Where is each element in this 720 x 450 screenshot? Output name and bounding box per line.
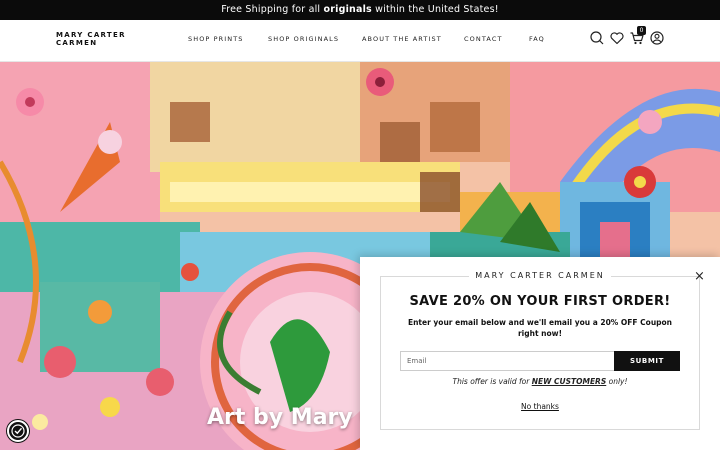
discount-popup: MARY CARTER CARMEN × SAVE 20% ON YOUR FI… bbox=[360, 257, 720, 450]
nav-contact[interactable]: CONTACT bbox=[464, 35, 503, 43]
site-logo[interactable]: MARY CARTER CARMEN bbox=[56, 31, 126, 47]
popup-title: SAVE 20% ON YOUR FIRST ORDER! bbox=[409, 294, 671, 309]
logo-line-2: CARMEN bbox=[56, 39, 98, 47]
announcement-prefix: Free Shipping for all bbox=[221, 4, 324, 15]
close-icon[interactable]: × bbox=[694, 270, 705, 284]
logo-line-1: MARY CARTER bbox=[56, 31, 126, 39]
offer-emphasis: NEW CUSTOMERS bbox=[531, 377, 607, 386]
popup-description: Enter your email below and we'll email y… bbox=[407, 318, 673, 338]
nav-about-the-artist[interactable]: ABOUT THE ARTIST bbox=[362, 35, 442, 43]
nav-shop-prints[interactable]: SHOP PRINTS bbox=[188, 35, 244, 43]
offer-note: This offer is valid for NEW CUSTOMERS on… bbox=[360, 377, 720, 386]
account-icon[interactable] bbox=[649, 30, 665, 46]
email-field[interactable] bbox=[400, 351, 614, 371]
announcement-bar: Free Shipping for all originals within t… bbox=[0, 0, 720, 20]
nav-faq[interactable]: FAQ bbox=[529, 35, 545, 43]
no-thanks-link[interactable]: No thanks bbox=[360, 402, 720, 411]
announcement-emphasis: originals bbox=[323, 4, 372, 15]
submit-button[interactable]: SUBMIT bbox=[614, 351, 680, 371]
popup-brand-text: MARY CARTER CARMEN bbox=[469, 271, 611, 280]
offer-suffix: only! bbox=[606, 377, 628, 386]
site-header: MARY CARTER CARMEN SHOP PRINTS SHOP ORIG… bbox=[0, 20, 720, 62]
search-icon[interactable] bbox=[589, 30, 605, 46]
heart-icon[interactable] bbox=[609, 30, 625, 46]
nav-shop-originals[interactable]: SHOP ORIGINALS bbox=[268, 35, 339, 43]
popup-brand: MARY CARTER CARMEN bbox=[381, 271, 699, 280]
accessibility-icon[interactable] bbox=[7, 420, 29, 442]
hero-title: Art by Mary C bbox=[207, 405, 377, 430]
cart-count-badge: 0 bbox=[637, 26, 646, 35]
announcement-suffix: within the United States! bbox=[371, 4, 499, 15]
offer-prefix: This offer is valid for bbox=[452, 377, 532, 386]
